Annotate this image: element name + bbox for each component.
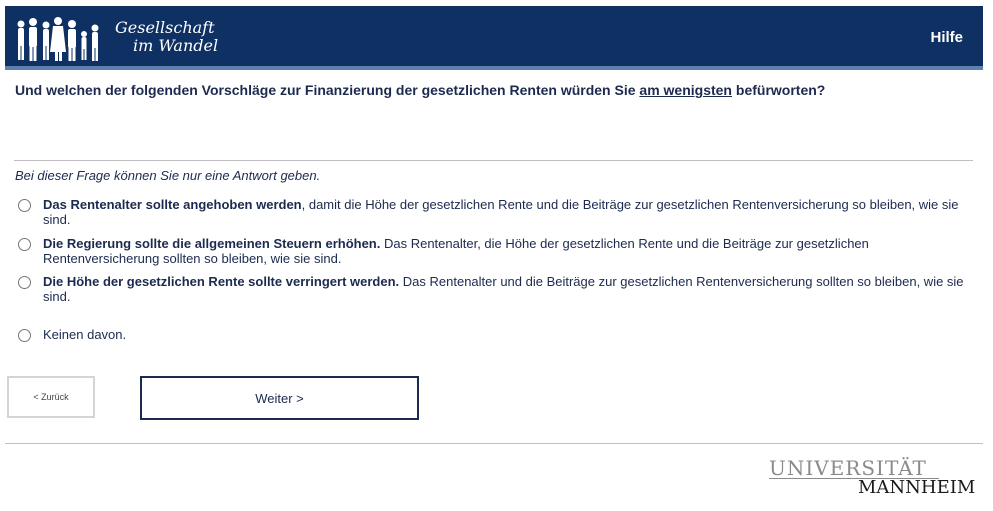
logo-text-line1: Gesellschaft — [115, 18, 215, 37]
university-logo-line2: MANNHEIM — [858, 477, 976, 498]
question-divider — [14, 160, 973, 161]
answer-radio-3[interactable] — [18, 276, 31, 289]
question-text-after: befürworten? — [732, 82, 826, 98]
answer-option-text: Die Regierung sollte die allgemeinen Ste… — [43, 236, 973, 266]
help-link[interactable]: Hilfe — [930, 29, 963, 46]
answer-option-text: Keinen davon. — [43, 327, 973, 342]
answer-radio-1[interactable] — [18, 199, 31, 212]
question-emphasis: am wenigsten — [639, 82, 732, 98]
answer-option-none[interactable]: Keinen davon. — [18, 327, 978, 342]
question-text-before: Und welchen der folgenden Vorschläge zur… — [15, 82, 640, 98]
answer-option-text: Die Höhe der gesetzlichen Rente sollte v… — [43, 274, 973, 304]
answer-option-raise-retirement-age[interactable]: Das Rentenalter sollte angehoben werden,… — [18, 197, 978, 227]
answer-option-bold: Das Rentenalter sollte angehoben werden — [43, 197, 302, 212]
header-accent-stripe — [5, 66, 983, 70]
next-button[interactable]: Weiter > — [140, 376, 419, 420]
answer-radio-2[interactable] — [18, 238, 31, 251]
answer-option-bold: Die Höhe der gesetzlichen Rente sollte v… — [43, 274, 400, 289]
answer-option-rest: Keinen davon. — [43, 327, 127, 342]
answer-option-text: Das Rentenalter sollte angehoben werden,… — [43, 197, 973, 227]
back-button[interactable]: < Zurück — [7, 376, 95, 418]
answer-radio-4[interactable] — [18, 329, 31, 342]
logo-text-line2: im Wandel — [133, 36, 219, 55]
footer-divider — [5, 443, 983, 444]
answer-option-raise-taxes[interactable]: Die Regierung sollte die allgemeinen Ste… — [18, 236, 978, 266]
answer-option-bold: Die Regierung sollte die allgemeinen Ste… — [43, 236, 381, 251]
people-silhouette-logo-icon — [17, 17, 99, 61]
header-bar: Gesellschaft im Wandel Hilfe — [5, 6, 983, 66]
answer-option-reduce-pension[interactable]: Die Höhe der gesetzlichen Rente sollte v… — [18, 274, 978, 304]
answer-instruction: Bei dieser Frage können Sie nur eine Ant… — [15, 168, 321, 183]
question-text: Und welchen der folgenden Vorschläge zur… — [15, 82, 975, 98]
